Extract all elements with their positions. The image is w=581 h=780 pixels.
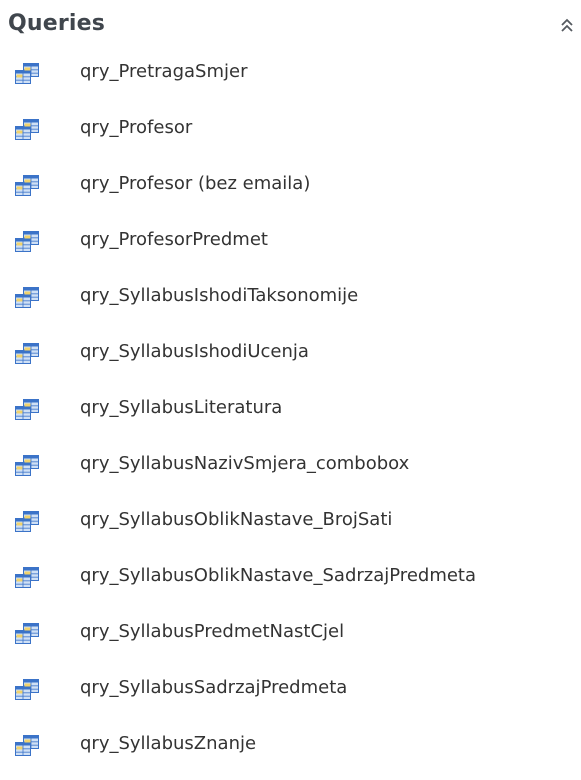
query-item[interactable]: qry_SyllabusSadrzajPredmeta: [0, 668, 581, 724]
query-item[interactable]: qry_Profesor (bez emaila): [0, 164, 581, 220]
query-item-label: qry_Profesor: [80, 117, 193, 138]
query-item[interactable]: qry_Profesor: [0, 108, 581, 164]
query-icon: [14, 511, 40, 533]
query-icon: [14, 119, 40, 141]
query-icon: [14, 287, 40, 309]
query-item-label: qry_PretragaSmjer: [80, 61, 248, 82]
query-item[interactable]: qry_SyllabusZnanje: [0, 724, 581, 780]
double-chevron-up-icon[interactable]: [558, 16, 576, 36]
query-item-label: qry_SyllabusPredmetNastCjel: [80, 621, 345, 642]
query-item[interactable]: qry_SyllabusOblikNastave_BrojSati: [0, 500, 581, 556]
query-icon: [14, 623, 40, 645]
query-item-label: qry_SyllabusNazivSmjera_combobox: [80, 453, 410, 474]
query-item[interactable]: qry_SyllabusIshodiUcenja: [0, 332, 581, 388]
query-item-label: qry_SyllabusIshodiTaksonomije: [80, 285, 359, 306]
queries-section-header[interactable]: Queries: [8, 8, 578, 44]
query-icon: [14, 455, 40, 477]
query-item-label: qry_SyllabusSadrzajPredmeta: [80, 677, 348, 698]
query-item-label: qry_ProfesorPredmet: [80, 229, 268, 250]
query-list: qry_PretragaSmjer qry_Profesor qry_Profe…: [0, 52, 581, 780]
query-icon: [14, 63, 40, 85]
query-item-label: qry_SyllabusLiteratura: [80, 397, 283, 418]
query-item[interactable]: qry_SyllabusIshodiTaksonomije: [0, 276, 581, 332]
query-icon: [14, 343, 40, 365]
query-item-label: qry_SyllabusOblikNastave_SadrzajPredmeta: [80, 565, 477, 586]
query-item[interactable]: qry_ProfesorPredmet: [0, 220, 581, 276]
section-title: Queries: [8, 11, 106, 36]
query-item-label: qry_Profesor (bez emaila): [80, 173, 311, 194]
query-item-label: qry_SyllabusIshodiUcenja: [80, 341, 309, 362]
navigation-pane: Queries qry_PretragaSmjer qry_Profesor q…: [0, 0, 581, 765]
query-item[interactable]: qry_SyllabusNazivSmjera_combobox: [0, 444, 581, 500]
query-icon: [14, 231, 40, 253]
query-icon: [14, 567, 40, 589]
query-item-label: qry_SyllabusZnanje: [80, 733, 257, 754]
query-icon: [14, 735, 40, 757]
query-item[interactable]: qry_SyllabusOblikNastave_SadrzajPredmeta: [0, 556, 581, 612]
query-icon: [14, 175, 40, 197]
query-item-label: qry_SyllabusOblikNastave_BrojSati: [80, 509, 393, 530]
query-icon: [14, 399, 40, 421]
query-item[interactable]: qry_SyllabusLiteratura: [0, 388, 581, 444]
query-item[interactable]: qry_SyllabusPredmetNastCjel: [0, 612, 581, 668]
query-item[interactable]: qry_PretragaSmjer: [0, 52, 581, 108]
query-icon: [14, 679, 40, 701]
